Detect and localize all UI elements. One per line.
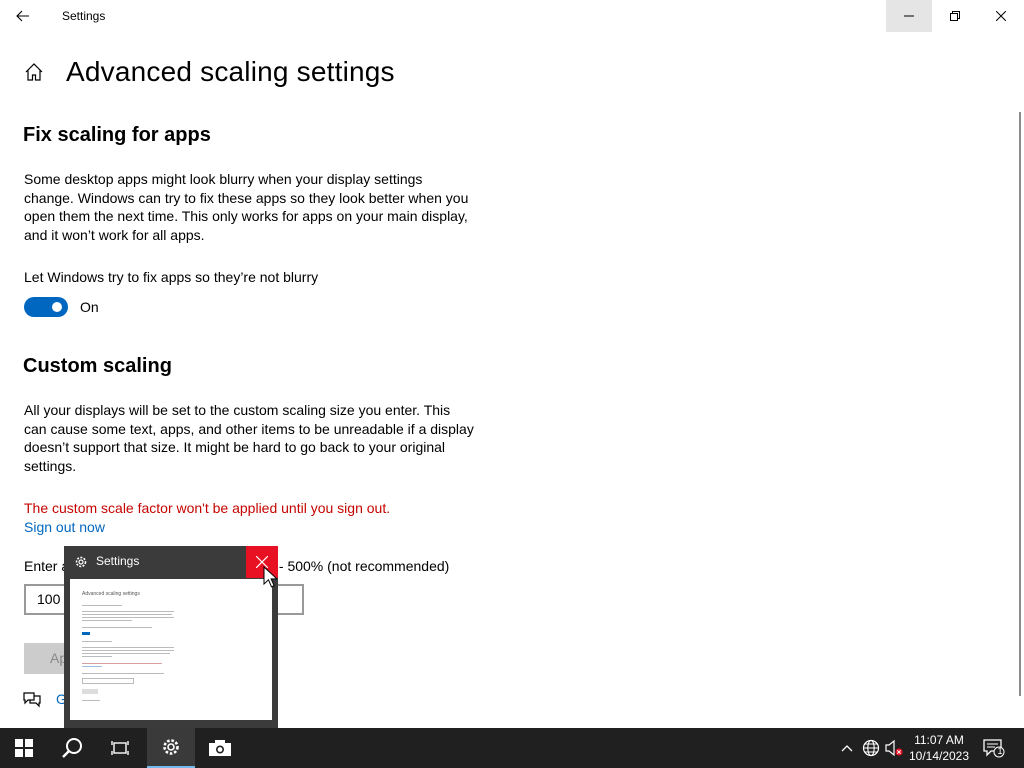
search-button[interactable]	[48, 728, 96, 768]
page-title: Advanced scaling settings	[66, 56, 395, 87]
gear-icon	[75, 556, 87, 568]
toggle-knob	[52, 302, 62, 312]
window-title: Settings	[62, 9, 106, 23]
custom-scaling-heading: Custom scaling	[23, 355, 172, 377]
mini-line	[82, 605, 122, 606]
toggle-state-label: On	[80, 299, 99, 315]
notification-count: 1	[997, 746, 1003, 756]
scale-input-label-end: s - 500% (not recommended)	[268, 558, 450, 574]
taskbar-thumbnail-preview[interactable]: Settings Advanced scaling settings	[64, 546, 278, 728]
network-button[interactable]	[861, 738, 881, 758]
volume-button[interactable]	[884, 738, 904, 758]
mini-button	[82, 689, 98, 694]
chevron-up-icon	[841, 745, 853, 752]
close-button[interactable]	[978, 0, 1024, 32]
mini-line	[82, 663, 162, 664]
mini-line	[82, 673, 164, 674]
fix-scaling-heading: Fix scaling for apps	[23, 124, 211, 146]
preview-thumbnail: Advanced scaling settings	[70, 579, 272, 720]
feedback-button[interactable]	[23, 690, 41, 708]
back-button[interactable]	[0, 0, 46, 32]
mini-line	[82, 641, 112, 642]
camera-icon	[209, 740, 231, 756]
start-button[interactable]	[0, 728, 48, 768]
mini-line	[82, 614, 172, 615]
windows-logo-icon	[15, 739, 33, 757]
search-icon	[62, 738, 82, 758]
taskbar-settings-app[interactable]	[147, 728, 195, 768]
mouse-cursor-icon	[263, 566, 277, 588]
clock-time: 11:07 AM	[914, 733, 964, 747]
feedback-icon	[23, 692, 41, 708]
taskbar: 11:07 AM 10/14/2023 1	[0, 728, 1024, 768]
minimize-button[interactable]	[886, 0, 932, 32]
sign-out-link[interactable]: Sign out now	[24, 519, 105, 535]
show-hidden-icons-button[interactable]	[837, 738, 857, 758]
mini-line	[82, 666, 102, 667]
home-button[interactable]	[24, 62, 44, 82]
mini-line	[82, 700, 100, 701]
custom-scaling-description: All your displays will be set to the cus…	[24, 402, 474, 474]
preview-title: Settings	[96, 554, 140, 568]
mini-line	[82, 650, 174, 651]
title-bar: Settings	[0, 0, 1024, 32]
clock[interactable]: 11:07 AM 10/14/2023	[906, 732, 972, 764]
mini-page-title: Advanced scaling settings	[82, 591, 140, 597]
task-view-icon	[111, 741, 129, 755]
scale-input-label-start: Enter a	[24, 558, 70, 574]
mini-line	[82, 647, 174, 648]
clock-date: 10/14/2023	[908, 749, 970, 763]
minimize-icon	[904, 15, 914, 17]
mini-line	[82, 611, 174, 612]
fix-apps-toggle-label: Let Windows try to fix apps so they’re n…	[24, 269, 319, 285]
restore-icon	[950, 11, 960, 21]
globe-icon	[862, 739, 880, 757]
scrollbar[interactable]	[1019, 112, 1021, 696]
taskbar-camera-app[interactable]	[196, 728, 244, 768]
back-arrow-icon	[16, 10, 29, 22]
action-center-button[interactable]: 1	[982, 738, 1006, 758]
task-view-button[interactable]	[96, 728, 144, 768]
volume-muted-icon	[885, 739, 903, 757]
sign-out-warning: The custom scale factor won't be applied…	[24, 500, 391, 516]
fix-apps-toggle[interactable]	[24, 297, 68, 317]
mini-line	[82, 620, 132, 621]
home-icon	[25, 63, 43, 81]
mini-toggle	[82, 632, 90, 635]
gear-icon	[163, 739, 179, 755]
mini-input	[82, 678, 134, 684]
close-icon	[996, 11, 1006, 21]
restore-button[interactable]	[932, 0, 978, 32]
mini-line	[82, 656, 112, 657]
mini-line	[82, 627, 152, 628]
mini-line	[82, 653, 170, 654]
mini-line	[82, 617, 174, 618]
fix-scaling-description: Some desktop apps might look blurry when…	[24, 171, 469, 243]
